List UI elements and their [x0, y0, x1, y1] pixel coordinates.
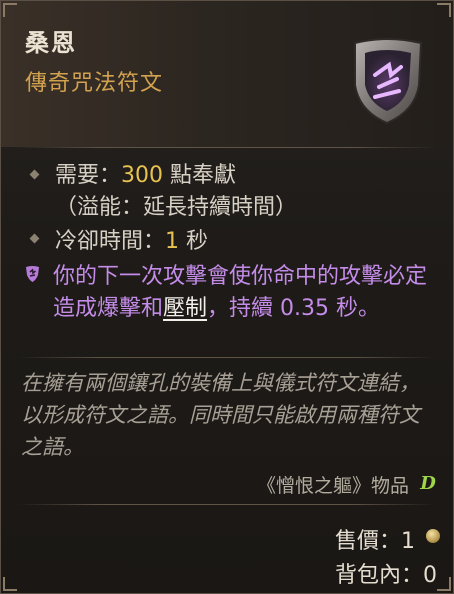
rune-shield-icon	[354, 38, 423, 125]
requirement-value: 300	[121, 163, 164, 188]
keyword-suppress-link[interactable]: 壓制	[163, 296, 207, 321]
item-tooltip: 桑恩 傳奇咒法符文 需要：300 點奉獻 （溢能：延長持續時間） 冷卻時間：1 …	[0, 0, 454, 594]
expansion-origin-label: 《憎恨之軀》物品	[256, 475, 409, 497]
stat-bullet-icon	[29, 169, 40, 180]
cooldown-unit: 秒	[179, 229, 209, 254]
section-divider	[17, 504, 437, 505]
vessel-of-hatred-icon: D	[420, 473, 436, 494]
sell-value: 售價：1	[335, 529, 415, 554]
flavor-text: 在擁有兩個鑲孔的裝備上與儀式符文連結，以形成符文之語。同時間只能啟用兩種符文之語…	[21, 371, 420, 459]
requirement-label: 需要：	[55, 163, 122, 188]
corner-ornament	[3, 3, 17, 17]
corner-ornament	[437, 577, 451, 591]
effect-text-2: ，持續 0.35 秒。	[207, 296, 381, 321]
requirement-line: 需要：300 點奉獻	[55, 157, 236, 189]
stat-bullet-icon	[29, 233, 40, 244]
requirement-unit: 點奉獻	[163, 163, 237, 188]
corner-ornament	[437, 3, 451, 17]
overflow-line: （溢能：延長持續時間）	[55, 195, 298, 220]
purple-shield-effect-icon	[26, 266, 39, 282]
cooldown-label: 冷卻時間：	[55, 229, 166, 254]
item-name: 桑恩	[25, 29, 77, 57]
section-divider	[17, 357, 437, 358]
item-type: 傳奇咒法符文	[25, 71, 164, 96]
section-divider	[17, 147, 437, 148]
cooldown-value: 1	[165, 229, 180, 254]
cooldown-line: 冷卻時間：1 秒	[55, 223, 208, 255]
inventory-count: 背包內：0	[335, 563, 437, 588]
gold-coin-icon	[426, 529, 440, 543]
corner-ornament	[3, 577, 17, 591]
effect-description: 你的下一次攻擊會使你命中的攻擊必定造成爆擊和壓制，持續 0.35 秒。	[53, 261, 433, 325]
